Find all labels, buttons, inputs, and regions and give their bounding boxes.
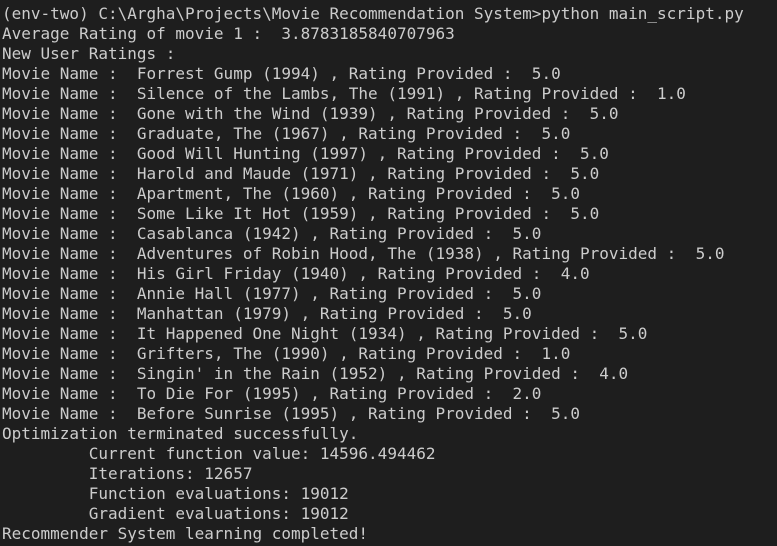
terminal-line: Average Rating of movie 1 : 3.8783185840… [2,24,455,43]
terminal-line: New User Ratings : [2,44,176,63]
terminal-line: Gradient evaluations: 19012 [2,504,349,523]
terminal-line: Movie Name : Manhattan (1979) , Rating P… [2,304,532,323]
terminal-line: Recommender System learning completed! [2,524,369,543]
terminal-line: Current function value: 14596.494462 [2,444,436,463]
terminal-line: Movie Name : Grifters, The (1990) , Rati… [2,344,571,363]
terminal-line: Movie Name : Forrest Gump (1994) , Ratin… [2,64,561,83]
terminal-line: Movie Name : It Happened One Night (1934… [2,324,648,343]
terminal-line: (env-two) C:\Argha\Projects\Movie Recomm… [2,4,744,23]
terminal-line: Function evaluations: 19012 [2,484,349,503]
terminal-line: Movie Name : To Die For (1995) , Rating … [2,384,542,403]
terminal-line: Movie Name : Adventures of Robin Hood, T… [2,244,725,263]
terminal-line: Movie Name : Harold and Maude (1971) , R… [2,164,600,183]
terminal-line: Movie Name : Some Like It Hot (1959) , R… [2,204,600,223]
terminal-line: Movie Name : Good Will Hunting (1997) , … [2,144,609,163]
terminal-output[interactable]: (env-two) C:\Argha\Projects\Movie Recomm… [0,0,777,546]
terminal-line: Movie Name : Silence of the Lambs, The (… [2,84,686,103]
terminal-line: Movie Name : Before Sunrise (1995) , Rat… [2,404,580,423]
terminal-line: Movie Name : Graduate, The (1967) , Rati… [2,124,571,143]
terminal-line: Movie Name : Casablanca (1942) , Rating … [2,224,542,243]
terminal-line: Movie Name : Gone with the Wind (1939) ,… [2,104,619,123]
terminal-line: Movie Name : Annie Hall (1977) , Rating … [2,284,542,303]
terminal-line: Movie Name : His Girl Friday (1940) , Ra… [2,264,590,283]
terminal-line: Movie Name : Singin' in the Rain (1952) … [2,364,629,383]
terminal-line: Iterations: 12657 [2,464,253,483]
terminal-line: Movie Name : Apartment, The (1960) , Rat… [2,184,580,203]
terminal-line: Optimization terminated successfully. [2,424,359,443]
